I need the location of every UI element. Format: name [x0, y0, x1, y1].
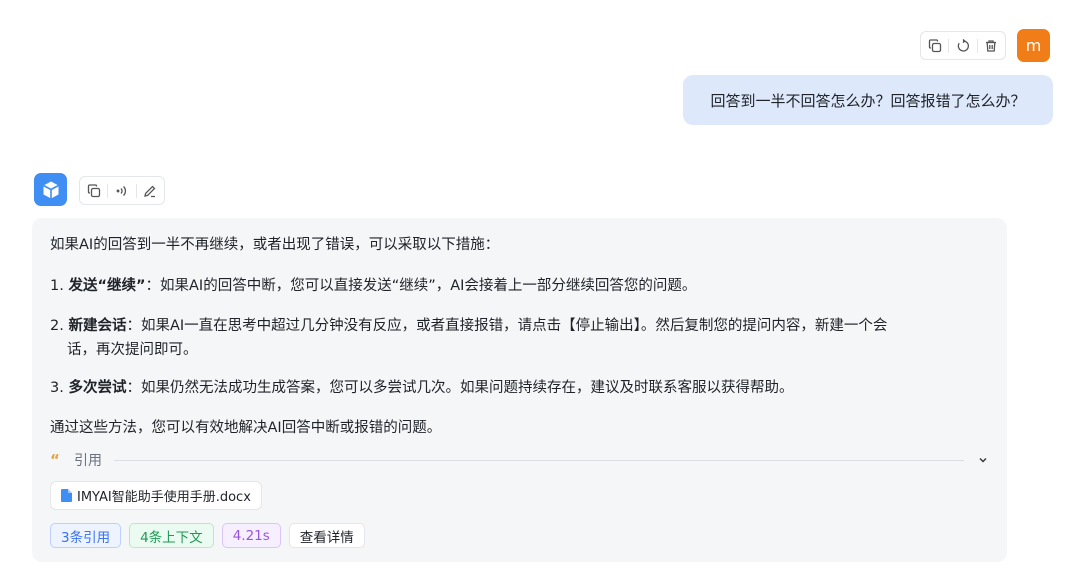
answer-outro: 通过这些方法，您可以有效地解决AI回答中断或报错的问题。	[50, 420, 442, 436]
reference-label: 引用	[74, 453, 102, 469]
trash-icon	[986, 39, 997, 52]
references-count-tag[interactable]: 3条引用	[50, 523, 122, 548]
user-message-text: 回答到一半不回答怎么办？回答报错了怎么办？	[710, 91, 1026, 110]
item-title: 发送“继续”	[68, 278, 146, 294]
answer-item-1: 1. 发送“继续”：如果AI的回答中断，您可以直接发送“继续”，AI会接着上一部…	[50, 274, 696, 295]
reference-file[interactable]: IMYAI智能助手使用手册.docx	[50, 481, 262, 510]
copy-icon	[928, 38, 941, 52]
avatar-letter: m	[1025, 36, 1042, 55]
item-text: ：如果AI的回答中断，您可以直接发送“继续”，AI会接着上一部分继续回答您的问题…	[145, 278, 697, 294]
edit-icon	[144, 185, 156, 197]
document-icon	[61, 489, 72, 502]
speaker-icon	[116, 185, 127, 196]
user-message-bubble: 回答到一半不回答怎么办？回答报错了怎么办？	[683, 75, 1053, 125]
edit-button[interactable]	[137, 177, 164, 204]
item-number: 3.	[50, 380, 69, 396]
user-avatar: m	[1017, 29, 1050, 62]
read-aloud-button[interactable]	[108, 177, 135, 204]
quote-icon: “	[50, 451, 60, 469]
answer-intro: 如果AI的回答到一半不再继续，或者出现了错误，可以采取以下措施：	[50, 237, 500, 253]
answer-item-3: 3. 多次尝试：如果仍然无法成功生成答案，您可以多尝试几次。如果问题持续存在，建…	[50, 376, 793, 397]
item-text: ：如果AI一直在思考中超过几分钟没有反应，或者直接报错，请点击【停止输出】。然后…	[126, 318, 888, 334]
item-title: 新建会话	[68, 318, 127, 334]
expand-toggle[interactable]	[976, 455, 990, 465]
answer-meta-tags: 3条引用 4条上下文 4.21s 查看详情	[50, 523, 365, 548]
reference-divider	[114, 459, 964, 461]
assistant-message-actions	[79, 176, 165, 205]
answer-item-2: 2. 新建会话：如果AI一直在思考中超过几分钟没有反应，或者直接报错，请点击【停…	[50, 314, 887, 335]
context-count-tag[interactable]: 4条上下文	[129, 523, 214, 548]
item-number: 2.	[50, 318, 69, 334]
user-message-actions	[920, 31, 1006, 60]
delete-button[interactable]	[978, 32, 1005, 59]
assistant-avatar	[34, 173, 67, 206]
copy-icon	[87, 183, 100, 197]
response-time-tag: 4.21s	[221, 523, 281, 548]
refresh-icon	[957, 38, 969, 52]
copy-button[interactable]	[921, 32, 948, 59]
chevron-down-icon	[979, 458, 987, 463]
file-name: IMYAI智能助手使用手册.docx	[77, 490, 251, 505]
view-details-button[interactable]: 查看详情	[288, 523, 365, 548]
reference-header[interactable]: “ 引用	[50, 450, 990, 470]
assistant-message-bubble: 如果AI的回答到一半不再继续，或者出现了错误，可以采取以下措施： 1. 发送“继…	[32, 218, 1007, 562]
regenerate-button[interactable]	[949, 32, 976, 59]
item-text: ：如果仍然无法成功生成答案，您可以多尝试几次。如果问题持续存在，建议及时联系客服…	[126, 380, 794, 396]
item-title: 多次尝试	[68, 380, 127, 396]
copy-button[interactable]	[80, 177, 107, 204]
answer-item-2-continued: 话，再次提问即可。	[67, 342, 198, 358]
item-number: 1.	[50, 278, 69, 294]
cube-logo-icon	[42, 181, 59, 198]
